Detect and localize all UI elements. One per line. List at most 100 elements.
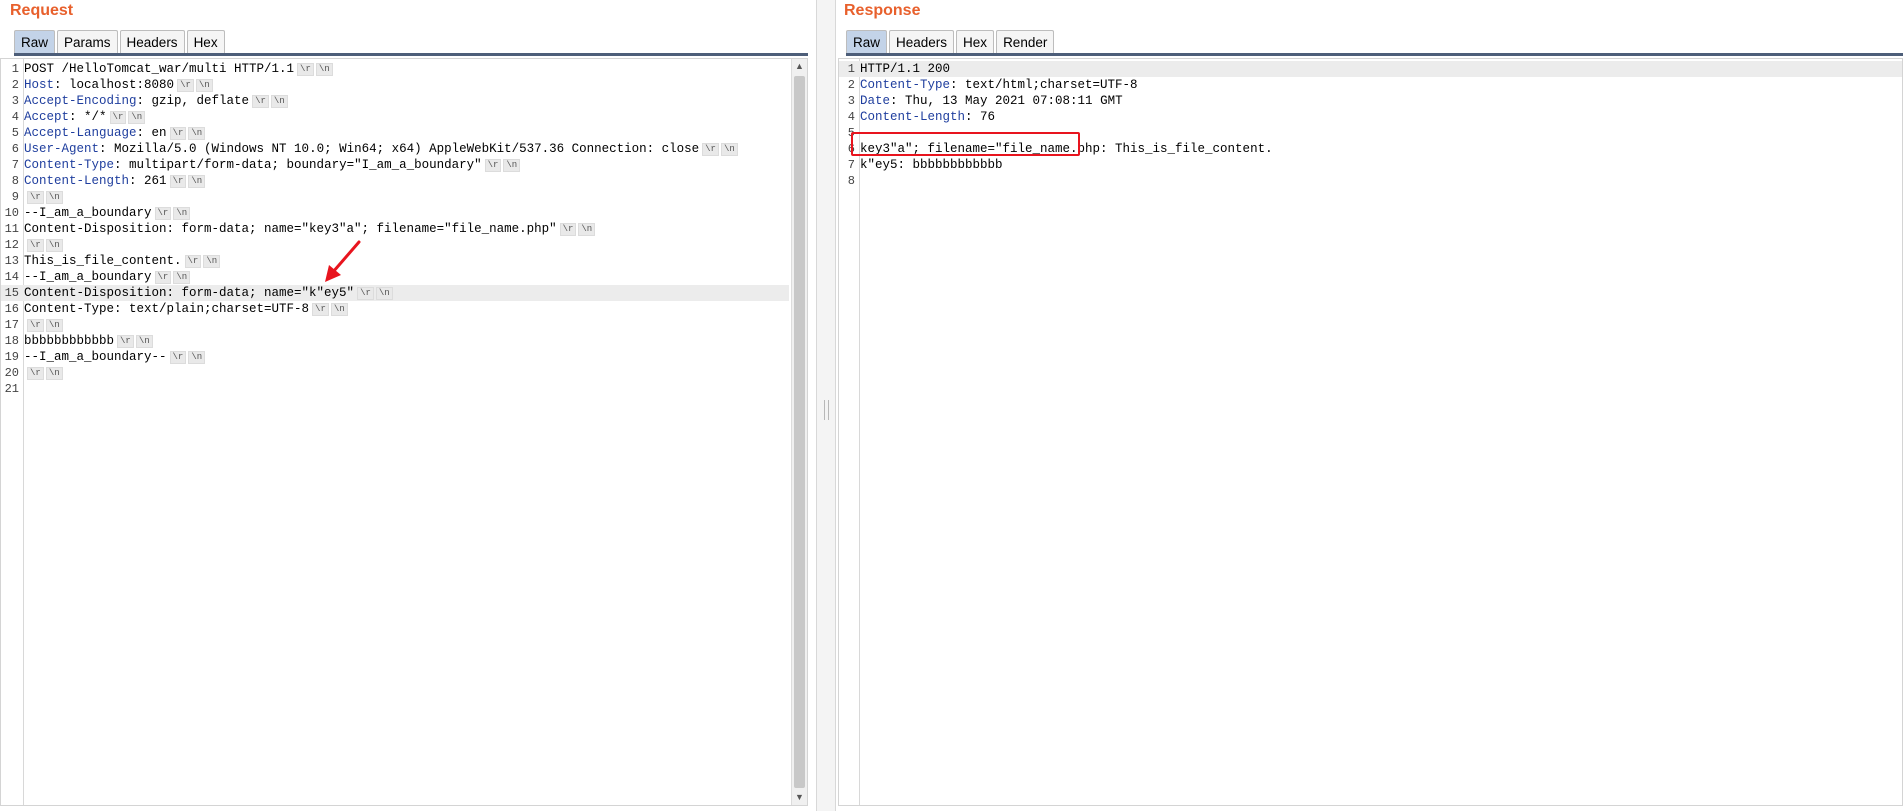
line-number: 20 <box>4 366 19 380</box>
code-line[interactable]: 12 \r \n <box>1 237 789 253</box>
line-number: 21 <box>4 382 19 396</box>
pane-divider[interactable] <box>816 0 836 811</box>
code-line[interactable]: 6 User-Agent: Mozilla/5.0 (Windows NT 10.… <box>1 141 789 157</box>
line-number: 9 <box>11 190 19 204</box>
lf-marker: \n <box>45 367 63 380</box>
cr-marker: \r <box>297 63 314 76</box>
code-line[interactable]: 14 --I_am_a_boundary \r \n <box>1 269 789 285</box>
request-tab-headers[interactable]: Headers <box>119 30 185 54</box>
line-text: Thu, 13 May 2021 07:08:11 GMT <box>905 94 1123 108</box>
code-line[interactable]: 21 <box>1 381 789 397</box>
header-separator: : <box>54 78 70 92</box>
request-tab-params[interactable]: Params <box>57 30 118 54</box>
header-separator: : <box>136 94 152 108</box>
header-name: Host <box>24 78 55 92</box>
code-line[interactable]: 2 Host: localhost:8080 \r \n <box>1 77 789 93</box>
code-line[interactable]: 7 Content-Type: multipart/form-data; boun… <box>1 157 789 173</box>
line-number: 8 <box>847 174 855 188</box>
response-editor[interactable]: 1 HTTP/1.1 200 2 Content-Type: text/html;ch… <box>838 58 1903 806</box>
response-tab-headers[interactable]: Headers <box>889 30 955 54</box>
code-line[interactable]: 4 Accept: */* \r \n <box>1 109 789 125</box>
code-line[interactable]: 7 k"ey5: bbbbbbbbbbbb <box>839 157 1902 173</box>
cr-marker: \r <box>169 127 187 140</box>
cr-marker: \r <box>109 111 127 124</box>
code-line[interactable]: 10 --I_am_a_boundary \r \n <box>1 205 789 221</box>
line-text: 76 <box>980 110 996 124</box>
lf-marker: \n <box>315 63 333 76</box>
red-highlight-box <box>851 132 1080 156</box>
request-tab-raw[interactable]: Raw <box>14 30 56 54</box>
line-text: This_is_file_content. <box>24 254 182 268</box>
request-tab-underline <box>14 53 808 56</box>
request-tab-hex[interactable]: Hex <box>186 30 225 54</box>
code-line[interactable]: 16 Content-Type: text/plain;charset=UTF-8… <box>1 301 789 317</box>
lf-marker: \n <box>45 239 63 252</box>
code-line[interactable]: 1 POST /HelloTomcat_war/multi HTTP/1.1 \r \… <box>1 61 789 77</box>
response-pane: Response Raw Headers Hex Render 1 HTTP/1.1 2… <box>836 0 1903 811</box>
code-line[interactable]: 15 Content-Disposition: form-data; name="… <box>1 285 789 301</box>
cr-marker: \r <box>702 143 719 156</box>
divider-grip-icon[interactable] <box>824 400 829 420</box>
code-line[interactable]: 20 \r \n <box>1 365 789 381</box>
line-text: --I_am_a_boundary-- <box>24 350 167 364</box>
header-name: Accept <box>24 110 70 124</box>
header-separator: : <box>965 110 981 124</box>
code-line[interactable]: 8 <box>839 173 1902 189</box>
code-line[interactable]: 3 Accept-Encoding: gzip, deflate \r \n <box>1 93 789 109</box>
request-vertical-scrollbar[interactable]: ▲ ▼ <box>791 59 807 805</box>
line-number: 7 <box>11 158 19 172</box>
line-number: 4 <box>11 110 19 124</box>
code-line[interactable]: 3 Date: Thu, 13 May 2021 07:08:11 GMT <box>839 93 1902 109</box>
header-separator: : <box>136 126 152 140</box>
cr-marker: \r <box>252 95 269 108</box>
code-line[interactable]: 1 HTTP/1.1 200 <box>839 61 1902 77</box>
line-number: 6 <box>11 142 19 156</box>
line-text: HTTP/1.1 200 <box>860 62 951 76</box>
response-tab-hex[interactable]: Hex <box>956 30 995 54</box>
header-name: Accept-Language <box>24 126 137 140</box>
code-line[interactable]: 4 Content-Length: 76 <box>839 109 1902 125</box>
header-separator: : <box>99 142 115 156</box>
lf-marker: \n <box>45 191 63 204</box>
code-line[interactable]: 5 Accept-Language: en \r \n <box>1 125 789 141</box>
cr-marker: \r <box>184 255 202 268</box>
cr-marker: \r <box>169 351 187 364</box>
line-number: 13 <box>4 254 19 268</box>
scroll-thumb[interactable] <box>794 76 805 788</box>
lf-marker: \n <box>45 319 63 332</box>
response-tab-raw[interactable]: Raw <box>846 30 888 54</box>
lf-marker: \n <box>173 271 191 284</box>
code-line[interactable]: 19 --I_am_a_boundary-- \r \n <box>1 349 789 365</box>
cr-marker: \r <box>154 207 172 220</box>
code-line[interactable]: 8 Content-Length: 261 \r \n <box>1 173 789 189</box>
code-line[interactable]: 18 bbbbbbbbbbbb \r \n <box>1 333 789 349</box>
line-text: bbbbbbbbbbbb <box>24 334 115 348</box>
scroll-down-icon[interactable]: ▼ <box>792 790 807 805</box>
line-text: text/html;charset=UTF-8 <box>965 78 1138 92</box>
scroll-up-icon[interactable]: ▲ <box>792 59 807 74</box>
line-number: 19 <box>4 350 19 364</box>
code-line[interactable]: 11 Content-Disposition: form-data; name="… <box>1 221 789 237</box>
request-editor[interactable]: 1 POST /HelloTomcat_war/multi HTTP/1.1 \r \… <box>0 58 808 806</box>
lf-marker: \n <box>188 175 206 188</box>
cr-marker: \r <box>27 367 44 380</box>
cr-marker: \r <box>117 335 134 348</box>
cr-marker: \r <box>27 239 44 252</box>
code-line[interactable]: 2 Content-Type: text/html;charset=UTF-8 <box>839 77 1902 93</box>
line-text: localhost:8080 <box>69 78 175 92</box>
code-line[interactable]: 13 This_is_file_content. \r \n <box>1 253 789 269</box>
line-text: Content-Disposition: form-data; name="ke… <box>24 222 557 236</box>
code-line[interactable]: 9 \r \n <box>1 189 789 205</box>
lf-marker: \n <box>135 335 153 348</box>
cr-marker: \r <box>154 271 172 284</box>
header-separator: : <box>69 110 85 124</box>
lf-marker: \n <box>188 351 206 364</box>
line-text: multipart/form-data; boundary="I_am_a_bo… <box>129 158 482 172</box>
line-number: 5 <box>11 126 19 140</box>
lf-marker: \n <box>128 111 146 124</box>
line-number: 8 <box>11 174 19 188</box>
response-tab-render[interactable]: Render <box>996 30 1055 54</box>
code-line[interactable]: 17 \r \n <box>1 317 789 333</box>
line-number: 3 <box>847 94 855 108</box>
header-name: Content-Type <box>24 158 115 172</box>
